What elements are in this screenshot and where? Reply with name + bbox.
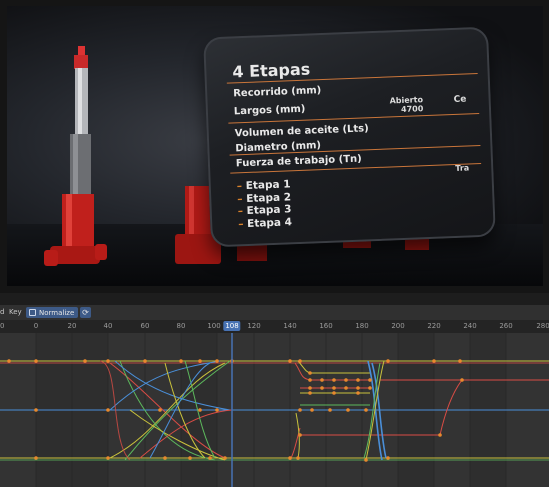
card-open-number: 4700: [400, 104, 424, 114]
ruler-tick: 240: [463, 322, 477, 330]
graph-area[interactable]: [0, 333, 549, 487]
card-row-largos: Largos (mm): [233, 103, 306, 118]
ruler-tick: 280: [536, 322, 549, 330]
card-title: 4 Etapas: [232, 59, 311, 82]
ruler-tick: 180: [355, 322, 369, 330]
stage-item: – Etapa 4: [238, 215, 293, 230]
ruler-tick: 200: [391, 322, 405, 330]
normalize-checkbox[interactable]: [29, 309, 36, 316]
ruler-tick: 100: [207, 322, 221, 330]
ruler-tick: 220: [427, 322, 441, 330]
graph-editor-header: d Key Normalize ⟳: [0, 305, 549, 320]
ruler-tick: 260: [499, 322, 513, 330]
ruler-tick: 20: [67, 322, 77, 330]
normalize-toggle[interactable]: Normalize: [26, 307, 79, 318]
header-cut-label: d: [0, 308, 5, 316]
ruler-tick: 160: [319, 322, 333, 330]
ruler-tick: 0: [33, 322, 39, 330]
card-open-value: Abierto 4700: [389, 95, 423, 114]
info-card: 4 Etapas Recorrido (mm) Largos (mm) Abie…: [203, 26, 496, 248]
graph-editor[interactable]: d Key Normalize ⟳ 20 0 20 40 60 80 100 1…: [0, 305, 549, 487]
ruler-tick: 140: [283, 322, 297, 330]
ruler-tick: 80: [176, 322, 186, 330]
key-menu[interactable]: Key: [9, 308, 22, 316]
card-cut-label: Ce: [453, 94, 467, 105]
telescopic-cylinder: [44, 46, 107, 266]
ruler-tick: 120: [247, 322, 261, 330]
viewport[interactable]: 4 Etapas Recorrido (mm) Largos (mm) Abie…: [0, 0, 549, 293]
card-row-volumen: Volumen de aceite (Lts): [234, 123, 369, 140]
normalize-label: Normalize: [39, 308, 75, 317]
card-row-fuerza: Fuerza de trabajo (Tn): [235, 153, 362, 170]
stage-list: – Etapa 1 – Etapa 2 – Etapa 3 – Etapa 4: [237, 178, 293, 230]
card-cut-label: Tra: [455, 163, 470, 173]
frame-ruler[interactable]: 20 0 20 40 60 80 100 120 140 160 180 200…: [0, 320, 549, 333]
current-frame-indicator[interactable]: 108: [223, 321, 241, 331]
render-view[interactable]: 4 Etapas Recorrido (mm) Largos (mm) Abie…: [7, 6, 543, 286]
ruler-tick: 60: [140, 322, 150, 330]
ruler-tick: 20: [0, 322, 5, 330]
fcurves[interactable]: [0, 333, 549, 487]
card-row-recorrido: Recorrido (mm): [233, 85, 322, 100]
refresh-icon[interactable]: ⟳: [80, 307, 91, 318]
ruler-tick: 40: [103, 322, 113, 330]
